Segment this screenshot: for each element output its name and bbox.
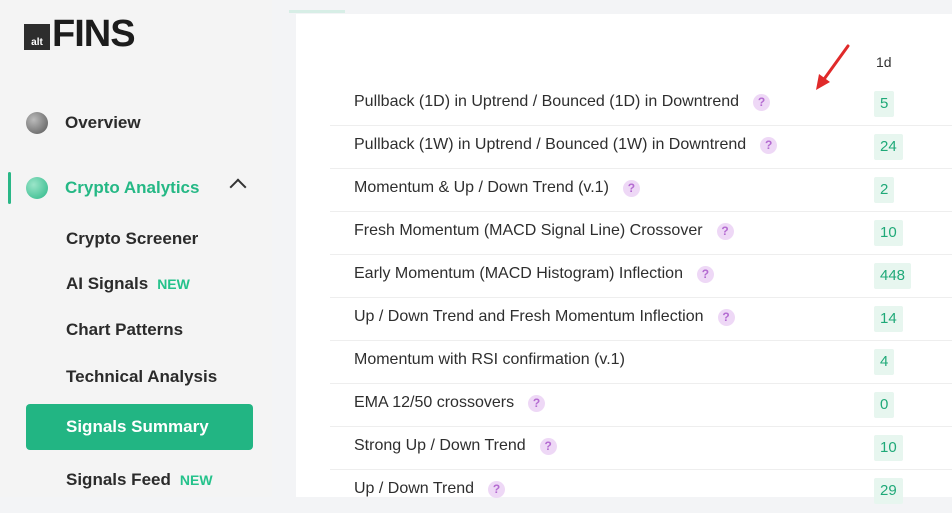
signal-name[interactable]: EMA 12/50 crossovers bbox=[354, 394, 514, 412]
table-row[interactable]: Strong Up / Down Trend? 10 bbox=[296, 427, 952, 470]
signal-count[interactable]: 10 bbox=[874, 435, 903, 461]
signal-name[interactable]: Momentum & Up / Down Trend (v.1) bbox=[354, 179, 609, 197]
signal-count[interactable]: 10 bbox=[874, 220, 903, 246]
sidebar-item-technical-analysis[interactable]: Technical Analysis bbox=[66, 367, 217, 387]
help-icon[interactable]: ? bbox=[539, 437, 557, 455]
table-row[interactable]: Momentum with RSI confirmation (v.1) 4 bbox=[296, 341, 952, 384]
table-row[interactable]: Up / Down Trend? 29 bbox=[296, 470, 952, 513]
signal-name[interactable]: Pullback (1W) in Uptrend / Bounced (1W) … bbox=[354, 136, 746, 154]
signal-count[interactable]: 4 bbox=[874, 349, 895, 375]
column-header-1d[interactable]: 1d bbox=[876, 54, 892, 70]
nav-overview-label: Overview bbox=[65, 113, 141, 132]
nav-crypto-analytics-label: Crypto Analytics bbox=[65, 178, 200, 197]
nav-overview[interactable]: Overview bbox=[26, 112, 141, 134]
tab-indicator bbox=[289, 10, 345, 13]
help-icon[interactable]: ? bbox=[622, 179, 640, 197]
logo-text: FINS bbox=[52, 13, 136, 55]
signal-count[interactable]: 5 bbox=[874, 91, 895, 117]
new-badge: NEW bbox=[157, 276, 190, 292]
signal-count[interactable]: 2 bbox=[874, 177, 895, 203]
altfins-logo[interactable]: alt FINS bbox=[24, 13, 136, 55]
help-icon[interactable]: ? bbox=[528, 394, 546, 412]
sidebar: alt FINS Overview Crypto Analytics Crypt… bbox=[0, 0, 272, 497]
signal-count[interactable]: 29 bbox=[874, 478, 903, 504]
sidebar-item-chart-patterns[interactable]: Chart Patterns bbox=[66, 320, 183, 340]
help-icon[interactable]: ? bbox=[716, 222, 734, 240]
help-icon[interactable]: ? bbox=[696, 265, 714, 283]
active-section-indicator bbox=[8, 172, 11, 204]
help-icon[interactable]: ? bbox=[753, 93, 771, 111]
help-icon[interactable]: ? bbox=[717, 308, 735, 326]
sidebar-item-signals-summary[interactable]: Signals Summary bbox=[26, 404, 253, 450]
sidebar-item-signals-feed[interactable]: Signals Feed NEW bbox=[66, 470, 213, 490]
overview-icon bbox=[26, 112, 48, 134]
annotation-arrow-icon bbox=[816, 44, 850, 90]
chevron-up-icon[interactable] bbox=[229, 178, 247, 196]
table-row[interactable]: EMA 12/50 crossovers? 0 bbox=[296, 384, 952, 427]
signal-name[interactable]: Momentum with RSI confirmation (v.1) bbox=[354, 351, 625, 369]
signal-name[interactable]: Strong Up / Down Trend bbox=[354, 437, 526, 455]
sidebar-item-crypto-screener[interactable]: Crypto Screener bbox=[66, 229, 198, 249]
help-icon[interactable]: ? bbox=[488, 480, 506, 498]
sidebar-item-ai-signals[interactable]: AI Signals NEW bbox=[66, 274, 190, 294]
signal-count[interactable]: 448 bbox=[874, 263, 912, 289]
nav-crypto-analytics[interactable]: Crypto Analytics bbox=[26, 177, 199, 199]
table-row[interactable]: Fresh Momentum (MACD Signal Line) Crosso… bbox=[296, 212, 952, 255]
crypto-analytics-icon bbox=[26, 177, 48, 199]
signal-name[interactable]: Up / Down Trend and Fresh Momentum Infle… bbox=[354, 308, 704, 326]
signal-count[interactable]: 0 bbox=[874, 392, 895, 418]
sidebar-item-label: Chart Patterns bbox=[66, 320, 184, 339]
signal-name[interactable]: Fresh Momentum (MACD Signal Line) Crosso… bbox=[354, 222, 703, 240]
sidebar-item-label: Crypto Screener bbox=[66, 229, 199, 248]
signal-count[interactable]: 24 bbox=[874, 134, 903, 160]
signal-count[interactable]: 14 bbox=[874, 306, 903, 332]
table-row[interactable]: Early Momentum (MACD Histogram) Inflecti… bbox=[296, 255, 952, 298]
sidebar-item-label: Technical Analysis bbox=[66, 367, 218, 386]
table-row[interactable]: Momentum & Up / Down Trend (v.1)? 2 bbox=[296, 169, 952, 212]
table-row[interactable]: Up / Down Trend and Fresh Momentum Infle… bbox=[296, 298, 952, 341]
help-icon[interactable]: ? bbox=[760, 136, 778, 154]
sidebar-item-label: AI Signals bbox=[66, 274, 149, 293]
signal-name[interactable]: Early Momentum (MACD Histogram) Inflecti… bbox=[354, 265, 683, 283]
new-badge: NEW bbox=[179, 472, 213, 488]
signal-name[interactable]: Pullback (1D) in Uptrend / Bounced (1D) … bbox=[354, 93, 739, 111]
sidebar-item-label: Signals Summary bbox=[66, 417, 209, 436]
logo-mark: alt bbox=[24, 24, 50, 50]
signal-name[interactable]: Up / Down Trend bbox=[354, 480, 474, 498]
table-row[interactable]: Pullback (1W) in Uptrend / Bounced (1W) … bbox=[296, 126, 952, 169]
sidebar-item-label: Signals Feed bbox=[66, 470, 171, 489]
